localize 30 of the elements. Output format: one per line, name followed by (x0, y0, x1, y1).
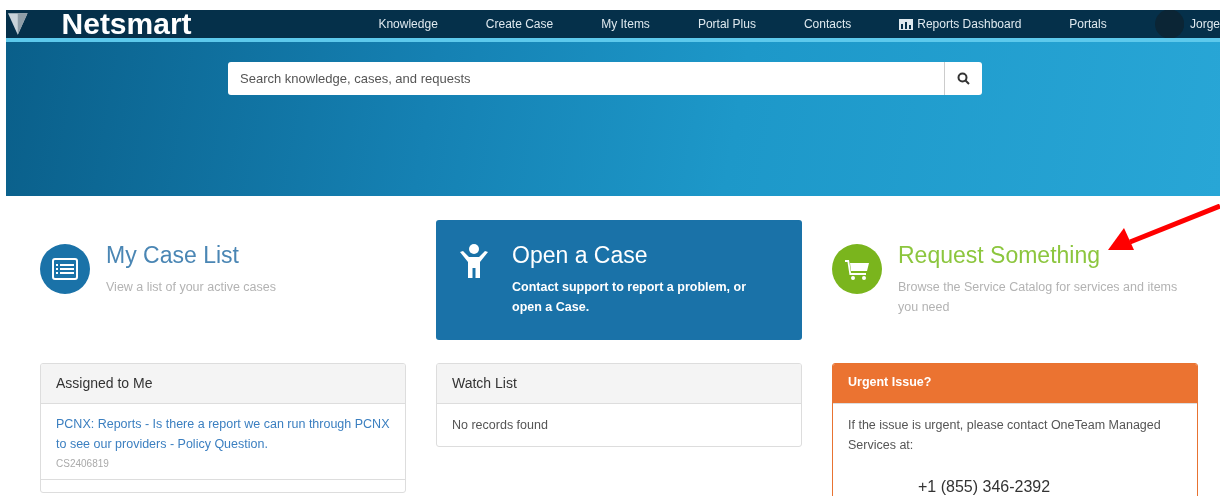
nav-link[interactable]: Portal Plus (673, 17, 780, 31)
logo: Netsmart (61, 10, 193, 38)
list-icon (40, 244, 90, 294)
empty-message: No records found (451, 417, 549, 434)
logo-icon (8, 13, 28, 35)
panel-title: Watch List (437, 364, 801, 404)
search-field[interactable]: Search knowledge, cases, and requests (228, 62, 944, 95)
nav-link[interactable]: Contacts (779, 17, 876, 31)
card-description: View a list of your active cases (106, 279, 277, 296)
cart-icon (832, 244, 882, 294)
search-button[interactable] (944, 62, 982, 95)
nav-link[interactable]: Reports Dashboard (875, 17, 1046, 31)
nav-link[interactable]: Portals (1045, 17, 1131, 31)
person-icon (460, 244, 488, 278)
search-icon (957, 72, 970, 85)
open-case-card[interactable]: Open a Case Contact support to report a problem, or open a Case. (436, 220, 802, 340)
card-title[interactable]: My Case List (106, 242, 282, 269)
panel-title: Urgent Issue? (833, 364, 1197, 404)
panel-title: Assigned to Me (41, 364, 405, 404)
phone-number: +1 (855) 346-2392 (917, 477, 1052, 496)
chart-icon (899, 18, 914, 30)
nav-link[interactable]: My Items (577, 17, 674, 31)
case-number: CS2406819 (56, 458, 110, 469)
user-name[interactable]: Jorge (1190, 17, 1220, 31)
nav-link[interactable]: Create Case (461, 17, 578, 31)
urgent-message: If the issue is urgent, please contact OneTeam Managed Services at: (848, 417, 1162, 454)
avatar-icon (1154, 10, 1184, 38)
case-link[interactable]: PCNX: Reports - Is there a report we can run through PCNX to see our providers - Policy Question. (56, 414, 390, 454)
nav-link[interactable]: Knowledge (354, 17, 462, 31)
card-description: Browse the Service Catalog for services and items you need (898, 279, 1179, 316)
